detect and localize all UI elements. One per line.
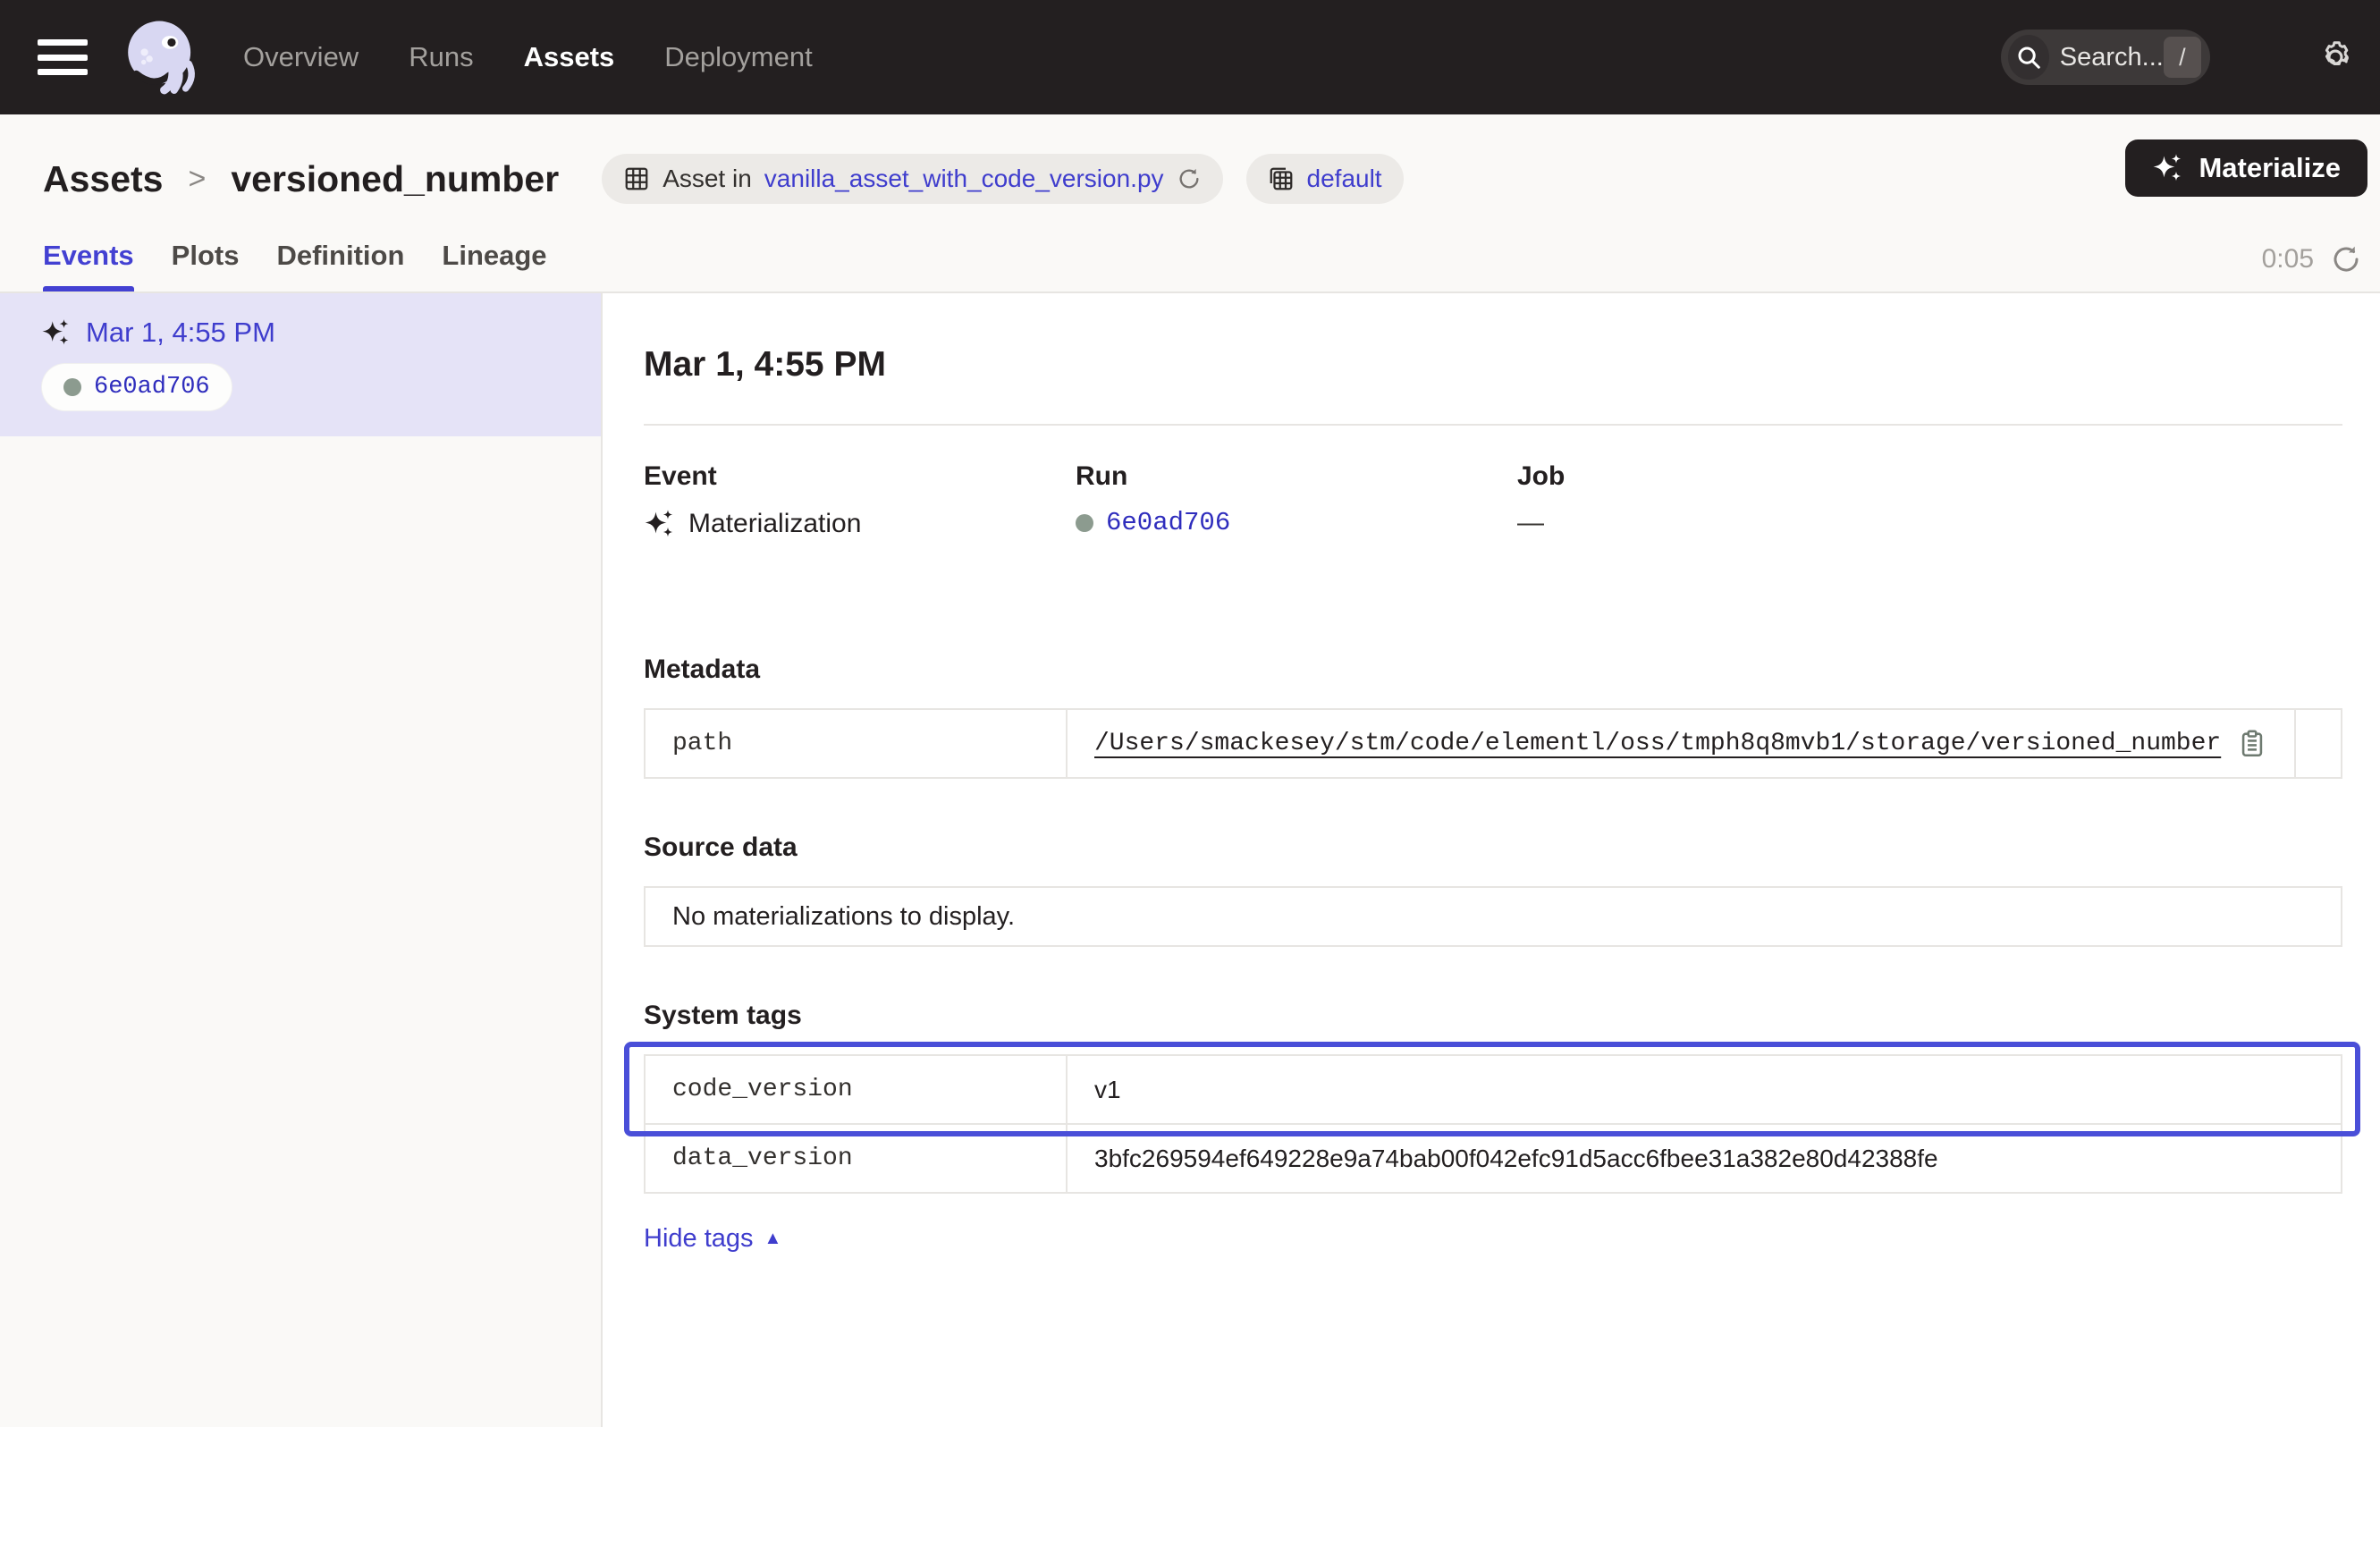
group-default-link[interactable]: default	[1307, 165, 1382, 193]
materialize-button[interactable]: Materialize	[2125, 139, 2367, 197]
event-type-value: Materialization	[688, 509, 861, 539]
menu-icon[interactable]	[38, 39, 88, 75]
event-list-sidebar: Mar 1, 4:55 PM 6e0ad706	[0, 293, 603, 1427]
source-data-heading: Source data	[644, 832, 2342, 863]
table-row: data_version 3bfc269594ef649228e9a74bab0…	[646, 1123, 2341, 1192]
nav-item-deployment[interactable]: Deployment	[664, 41, 812, 73]
event-date-link[interactable]: Mar 1, 4:55 PM	[86, 317, 275, 349]
empty-cell	[2294, 710, 2341, 777]
tab-lineage[interactable]: Lineage	[442, 240, 546, 291]
repo-grid-icon	[1268, 165, 1295, 192]
nav-item-runs[interactable]: Runs	[409, 41, 473, 73]
tag-key: code_version	[646, 1056, 1068, 1123]
event-list-item-selected[interactable]: Mar 1, 4:55 PM 6e0ad706	[0, 293, 601, 436]
search-shortcut-badge: /	[2164, 37, 2201, 78]
metadata-key: path	[646, 710, 1068, 777]
system-tags-heading: System tags	[644, 1001, 2342, 1031]
materialization-sparkle-icon	[644, 508, 676, 540]
search-placeholder: Search...	[2060, 43, 2164, 72]
nav-item-overview[interactable]: Overview	[243, 41, 359, 73]
asset-definition-chip: Asset in vanilla_asset_with_code_version…	[602, 154, 1222, 204]
hide-tags-link[interactable]: Hide tags ▲	[644, 1224, 781, 1254]
run-status-dot	[1076, 514, 1093, 532]
primary-nav: Overview Runs Assets Deployment	[243, 41, 813, 73]
run-status-dot	[63, 378, 81, 396]
refresh-icon[interactable]	[2330, 243, 2362, 275]
event-detail-panel: Mar 1, 4:55 PM Event Materialization	[603, 293, 2380, 1427]
breadcrumb-chevron-icon: >	[186, 162, 207, 197]
page-title: versioned_number	[231, 158, 559, 200]
search-icon	[2008, 35, 2049, 80]
run-id-link[interactable]: 6e0ad706	[1106, 508, 1230, 537]
run-id-chip[interactable]: 6e0ad706	[41, 363, 232, 411]
tab-plots[interactable]: Plots	[172, 240, 240, 291]
system-tags-table: code_version v1 data_version 3bfc269594e…	[644, 1054, 2342, 1194]
settings-gear-icon[interactable]	[2316, 38, 2355, 77]
run-id-text: 6e0ad706	[94, 374, 210, 401]
tab-definition[interactable]: Definition	[276, 240, 404, 291]
asset-file-link[interactable]: vanilla_asset_with_code_version.py	[764, 165, 1164, 193]
copy-icon[interactable]	[2237, 729, 2267, 759]
caret-up-icon: ▲	[764, 1229, 782, 1249]
table-row: code_version v1	[646, 1056, 2341, 1123]
tag-value: v1	[1068, 1056, 2341, 1123]
search-input[interactable]: Search... /	[2001, 30, 2210, 85]
materialization-sparkle-icon	[41, 317, 72, 348]
job-value: —	[1517, 508, 1544, 538]
source-data-empty-state: No materializations to display.	[644, 886, 2342, 947]
asset-chip-prefix: Asset in	[663, 165, 752, 193]
run-column-label: Run	[1076, 461, 1517, 492]
nav-item-assets[interactable]: Assets	[524, 41, 615, 73]
tag-key: data_version	[646, 1125, 1068, 1192]
reload-icon[interactable]	[1177, 166, 1202, 191]
job-column-label: Job	[1517, 461, 1565, 492]
table-row: path /Users/smackesey/stm/code/elementl/…	[646, 710, 2341, 777]
metadata-table: path /Users/smackesey/stm/code/elementl/…	[644, 708, 2342, 779]
grid-icon	[623, 165, 650, 192]
metadata-path-link[interactable]: /Users/smackesey/stm/code/elementl/oss/t…	[1094, 730, 2221, 757]
tab-bar: Events Plots Definition Lineage 0:05	[43, 240, 2366, 291]
materialize-button-label: Materialize	[2199, 152, 2341, 184]
asset-group-chip: default	[1246, 154, 1404, 204]
top-nav-bar: Overview Runs Assets Deployment Search..…	[0, 0, 2380, 114]
metadata-heading: Metadata	[644, 655, 2342, 685]
sparkle-icon	[2152, 152, 2184, 184]
refresh-countdown: 0:05	[2262, 244, 2314, 275]
tab-events[interactable]: Events	[43, 240, 134, 291]
asset-page-header: Assets > versioned_number Asset in vanil…	[0, 114, 2380, 293]
event-detail-title: Mar 1, 4:55 PM	[644, 345, 2342, 384]
divider	[644, 424, 2342, 426]
event-column-label: Event	[644, 461, 1076, 492]
dagster-logo[interactable]	[120, 16, 202, 98]
tag-value: 3bfc269594ef649228e9a74bab00f042efc91d5a…	[1068, 1125, 2341, 1192]
hide-tags-label: Hide tags	[644, 1224, 754, 1254]
breadcrumb: Assets > versioned_number Asset in vanil…	[43, 138, 2366, 220]
breadcrumb-assets-link[interactable]: Assets	[43, 158, 163, 200]
